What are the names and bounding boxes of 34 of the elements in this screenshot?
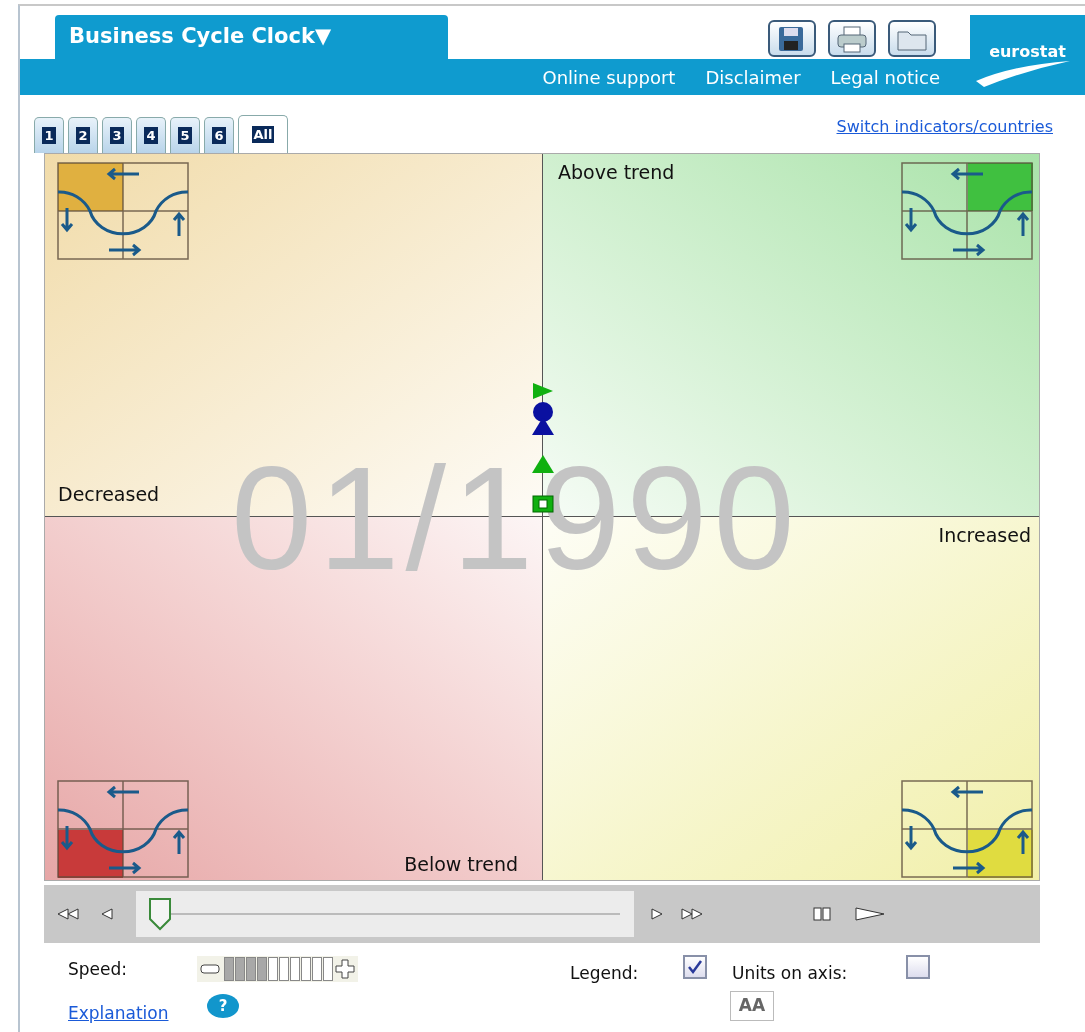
quadrant-label: Below trend [404, 851, 518, 877]
print-button[interactable] [828, 20, 876, 57]
explanation-link[interactable]: Explanation [68, 1001, 169, 1027]
open-button[interactable] [888, 20, 936, 57]
quadrant-label: Decreased [58, 481, 160, 507]
units-label: Units on axis: [732, 962, 848, 985]
font-size-button[interactable]: AA [730, 991, 774, 1021]
tab[interactable]: 5 [170, 117, 200, 153]
plus-icon[interactable] [334, 958, 356, 980]
header-link[interactable]: Disclaimer [705, 63, 801, 91]
tab[interactable]: 6 [204, 117, 234, 153]
tab[interactable]: 1 [34, 117, 64, 153]
timeline-track[interactable] [136, 891, 634, 937]
quadrant-label: Above trend [558, 160, 675, 185]
logo-text: eurostat [989, 41, 1066, 63]
tab[interactable]: All [238, 115, 288, 153]
slider-thumb[interactable] [148, 897, 174, 931]
check-icon [686, 958, 704, 976]
speed-control[interactable] [197, 956, 358, 982]
help-button[interactable]: ? [207, 994, 239, 1018]
header-link[interactable]: Online support [542, 63, 676, 91]
title-tab[interactable]: Business Cycle Clock▼ [55, 15, 448, 59]
switch-link[interactable]: Switch indicators/countries [836, 115, 1053, 139]
header-link[interactable]: Legal notice [830, 63, 940, 91]
printer-icon [835, 23, 869, 54]
save-button[interactable] [768, 20, 816, 57]
quadrant-label: Increased [938, 523, 1031, 548]
legend-label: Legend: [570, 962, 639, 985]
tab[interactable]: 4 [136, 117, 166, 153]
tab[interactable]: 2 [68, 117, 98, 153]
checkbox[interactable] [683, 955, 707, 979]
checkbox[interactable] [906, 955, 930, 979]
speed-label: Speed: [68, 958, 128, 981]
tab[interactable]: 3 [102, 117, 132, 153]
